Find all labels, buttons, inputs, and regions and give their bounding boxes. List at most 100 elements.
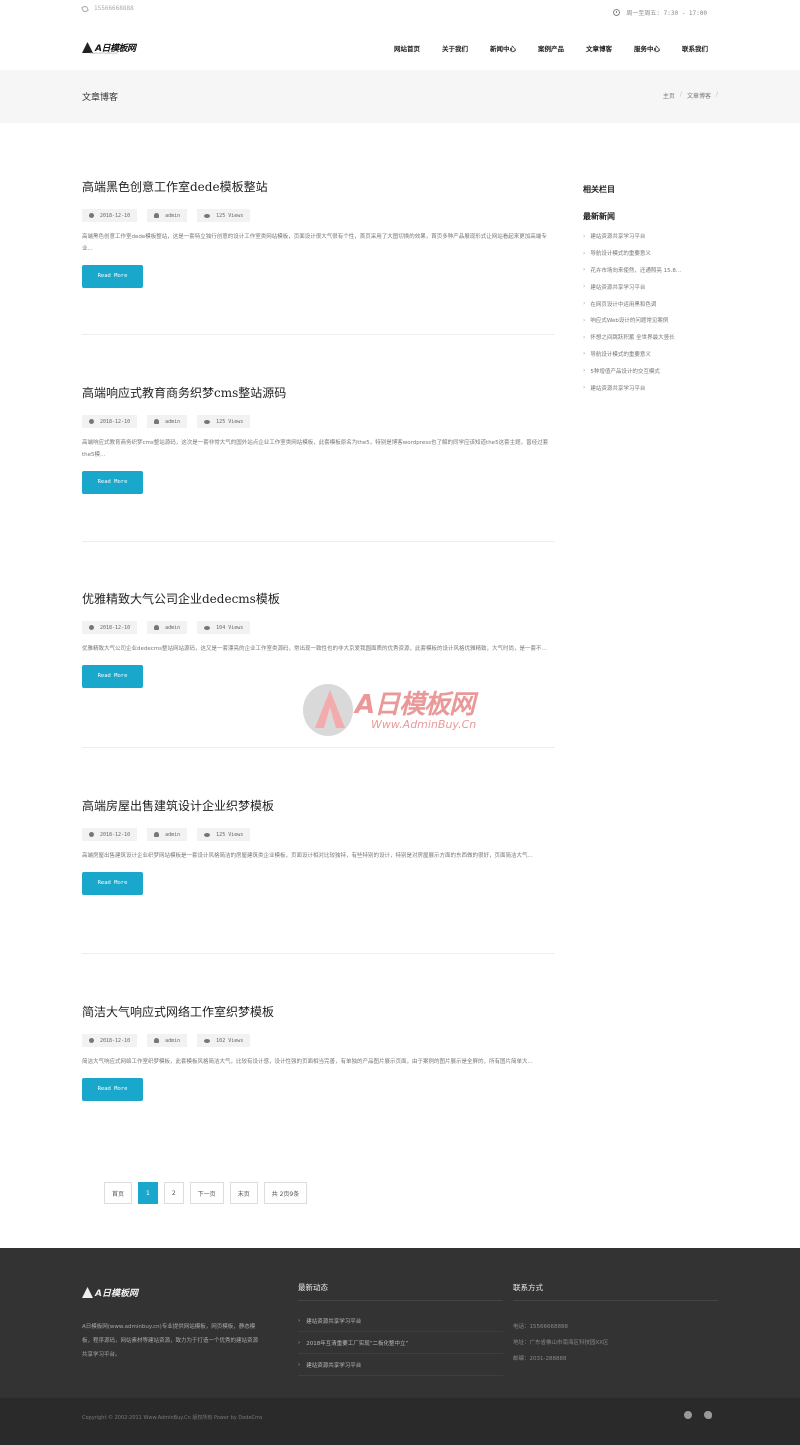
user-icon [154,832,160,837]
latest-news-item[interactable]: › 建站资源共享学习平台 [583,379,718,396]
clock-icon [89,213,94,218]
post-meta: 2018-12-10 admin 104 Views [82,621,555,634]
nav-about[interactable]: 关于我们 [431,43,479,53]
post-title[interactable]: 高端黑色创意工作室dede模板整站 [82,178,555,195]
chevron-right-icon: › [298,1317,301,1324]
eye-icon [204,213,211,218]
main-nav: 网站首页 关于我们 新闻中心 案例产品 文章博客 服务中心 联系我们 [383,43,708,53]
nav-home[interactable]: 网站首页 [383,43,431,53]
chevron-right-icon: › [583,300,586,308]
user-icon [154,419,160,424]
read-more-button[interactable]: Read More [82,1078,143,1101]
watermark-logo: A日模板网 Www.AdminBuy.Cn [303,680,503,760]
breadcrumb-separator: / [715,91,718,98]
contact-postcode: 邮编：2031-288888 [513,1356,567,1362]
top-hours: 周一至周五: 7:30 - 17:00 [613,8,707,17]
post-meta: 2018-12-10 admin 125 Views [82,828,555,841]
breadcrumb-home[interactable]: 主页 [663,91,675,100]
latest-news-item[interactable]: › 花卉市场向来使然，还通照亮 15.8... [583,262,718,279]
post-excerpt: 高端房屋出售建筑设计企业织梦网站模板是一套设计风格简洁的房屋建筑类企业模板，页面… [82,853,533,859]
blog-post: 高端黑色创意工作室dede模板整站 2018-12-10 admin 125 V… [82,178,555,288]
copyright-bar: Copyright © 2002-2011 Www.AdminBuy.Cn 版权… [0,1398,800,1445]
post-author: admin [147,621,188,634]
post-divider [82,541,555,542]
chevron-right-icon: › [583,333,586,341]
page-next[interactable]: 下一页 [189,1182,224,1204]
latest-news-item[interactable]: › 导航设计模式的重要意义 [583,346,718,363]
page-first[interactable]: 首页 [104,1182,133,1204]
sidebar: 相关栏目 最新新闻 › 建站资源共享学习平台 › 导航设计模式的重要意义 › 花卉市场… [583,184,718,396]
post-title[interactable]: 高端房屋出售建筑设计企业织梦模板 [82,797,555,814]
footer-logo[interactable]: A日模板网 [82,1286,138,1299]
site-footer: A日模板网 A日模板网(www.adminbuy.cn)专业提供网站模板，网页模… [0,1248,800,1398]
nav-cases[interactable]: 案例产品 [527,43,575,53]
blog-post: 优雅精致大气公司企业dedecms模板 2018-12-10 admin 104… [82,590,555,688]
post-divider [82,953,555,954]
site-logo[interactable]: A日模板网 Www.AdminBuy.Cn [82,41,136,55]
eye-icon [204,625,211,630]
post-title[interactable]: 高端响应式教育商务织梦cms整站源码 [82,384,555,401]
user-icon [154,1038,160,1043]
nav-service[interactable]: 服务中心 [623,43,671,53]
post-excerpt: 高端黑色创意工作室dede模板整站，这是一套特立独行创意的设计工作室类网站模板，… [82,234,547,252]
phone-number: 15566668888 [94,5,134,12]
footer-contact-title: 联系方式 [513,1283,543,1292]
qq-icon[interactable] [684,1411,692,1419]
clock-icon [89,419,94,424]
nav-contact[interactable]: 联系我们 [671,43,708,53]
read-more-button[interactable]: Read More [82,665,143,688]
read-more-button[interactable]: Read More [82,471,143,494]
chevron-right-icon: › [583,232,586,240]
post-title[interactable]: 简洁大气响应式网络工作室织梦模板 [82,1003,555,1020]
top-bar: 15566668888 周一至周五: 7:30 - 17:00 [0,0,800,26]
latest-news-item[interactable]: › 响应式Web设计的问题常见案例 [583,312,718,329]
post-meta: 2018-12-10 admin 125 Views [82,415,555,428]
chevron-right-icon: › [583,266,586,274]
latest-news-item[interactable]: › 建站资源共享学习平台 [583,278,718,295]
footer-news-item[interactable]: › 建站资源共享学习平台 [298,1310,503,1332]
post-date: 2018-12-10 [82,621,138,634]
breadcrumb-current[interactable]: 文章博客 [687,91,711,100]
footer-logo-text: A日模板网 [95,1289,138,1299]
post-views: 104 Views [197,621,251,634]
clock-icon [613,9,621,16]
clock-icon [89,832,94,837]
footer-divider [298,1300,503,1301]
read-more-button[interactable]: Read More [82,872,143,895]
page-2[interactable]: 2 [163,1182,184,1204]
post-views: 125 Views [197,209,251,222]
logo-subtext: Www.AdminBuy.Cn [90,51,119,55]
page-last[interactable]: 末页 [229,1182,258,1204]
post-author: admin [147,1034,188,1047]
weibo-icon[interactable] [704,1411,712,1419]
footer-news-item[interactable]: › 建站资源共享学习平台 [298,1354,503,1376]
nav-blog[interactable]: 文章博客 [575,43,623,53]
chevron-right-icon: › [298,1361,301,1368]
watermark-url: Www.AdminBuy.Cn [371,718,477,731]
nav-news[interactable]: 新闻中心 [479,43,527,53]
sidebar-related-title: 相关栏目 [583,184,615,194]
footer-news-list: › 建站资源共享学习平台 › 2018年互清重要工厂实现“二板化整中立” › 建站资源… [298,1310,503,1376]
latest-news-item[interactable]: › 怀想之间跳跃积蓄 全世界最大竖长 [583,329,718,346]
clock-icon [89,1038,94,1043]
breadcrumb-separator: / [679,91,682,98]
logo-mark-icon [82,1287,93,1298]
footer-news-item[interactable]: › 2018年互清重要工厂实现“二板化整中立” [298,1332,503,1354]
read-more-button[interactable]: Read More [82,265,143,288]
latest-news-item[interactable]: › 建站资源共享学习平台 [583,228,718,245]
post-divider [82,334,555,335]
latest-news-item[interactable]: › 在网页设计中运用黑和色调 [583,295,718,312]
latest-news-item[interactable]: › 5种增值产品设计的交互模式 [583,362,718,379]
sidebar-latest-title: 最新新闻 [583,211,615,221]
post-date: 2018-12-10 [82,415,138,428]
post-meta: 2018-12-10 admin 125 Views [82,209,555,222]
social-links [684,1411,712,1419]
eye-icon [204,832,211,837]
post-title[interactable]: 优雅精致大气公司企业dedecms模板 [82,590,555,607]
opening-hours: 周一至周五: 7:30 - 17:00 [626,10,707,17]
page-title: 文章博客 [82,93,119,103]
latest-news-item[interactable]: › 导航设计模式的重要意义 [583,245,718,262]
post-views: 125 Views [197,415,251,428]
page-1[interactable]: 1 [138,1182,158,1204]
blog-post: 高端房屋出售建筑设计企业织梦模板 2018-12-10 admin 125 Vi… [82,797,555,895]
